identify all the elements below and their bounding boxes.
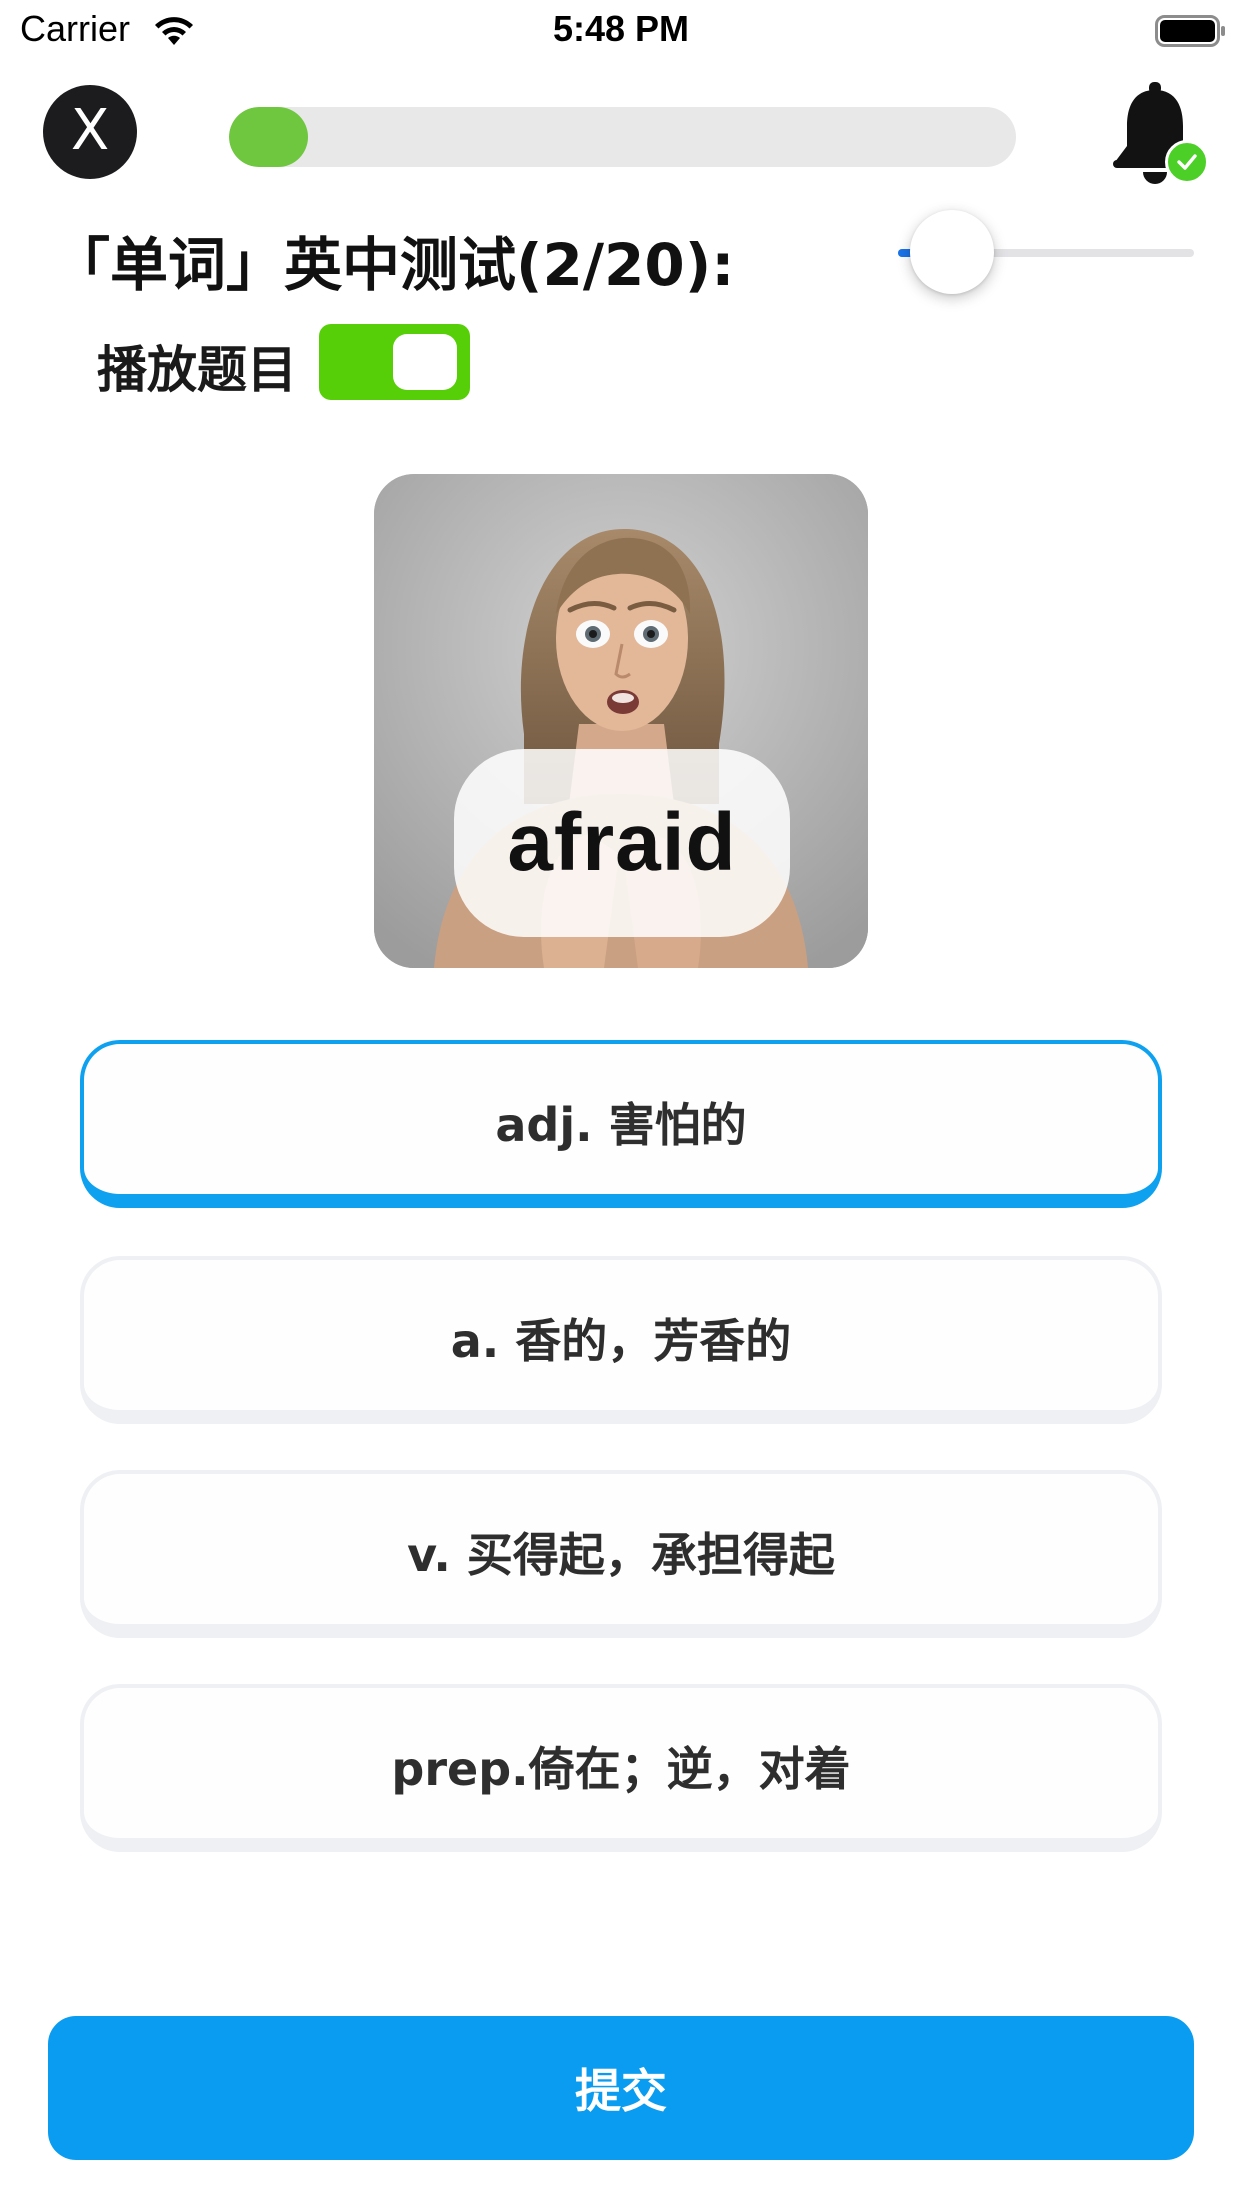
answer-option-3[interactable]: v. 买得起，承担得起 (80, 1470, 1162, 1638)
notification-bell-button[interactable] (1105, 80, 1215, 190)
close-button-label: X (70, 98, 110, 163)
quiz-progress-bar (229, 107, 1016, 167)
submit-button-label: 提交 (575, 2064, 667, 2118)
answer-option-label: v. 买得起，承担得起 (407, 1528, 835, 1582)
quiz-title: 「单词」英中测试(2/20): (52, 231, 735, 299)
quiz-word: afraid (507, 797, 737, 888)
battery-icon (1155, 15, 1225, 47)
answer-option-4[interactable]: prep.倚在；逆，对着 (80, 1684, 1162, 1852)
bell-status-badge (1165, 140, 1209, 184)
answer-option-2[interactable]: a. 香的，芳香的 (80, 1256, 1162, 1424)
answer-option-label: adj. 害怕的 (495, 1098, 747, 1152)
speed-slider-thumb[interactable] (910, 210, 994, 294)
word-image-card: afraid (374, 474, 868, 968)
check-icon (1177, 154, 1197, 170)
submit-button[interactable]: 提交 (48, 2016, 1194, 2160)
quiz-progress-fill (229, 107, 308, 167)
status-bar: Carrier 5:48 PM (0, 0, 1242, 62)
clock-time: 5:48 PM (552, 8, 690, 49)
answer-option-1[interactable]: adj. 害怕的 (80, 1040, 1162, 1208)
close-button[interactable]: X (43, 85, 137, 179)
word-label-pill: afraid (454, 749, 790, 937)
play-question-toggle[interactable] (319, 324, 470, 400)
play-question-label: 播放题目 (97, 341, 297, 399)
toggle-knob (393, 334, 457, 390)
playback-speed-slider[interactable] (898, 210, 1194, 294)
answer-option-label: prep.倚在；逆，对着 (391, 1742, 851, 1796)
answer-option-label: a. 香的，芳香的 (450, 1314, 792, 1368)
